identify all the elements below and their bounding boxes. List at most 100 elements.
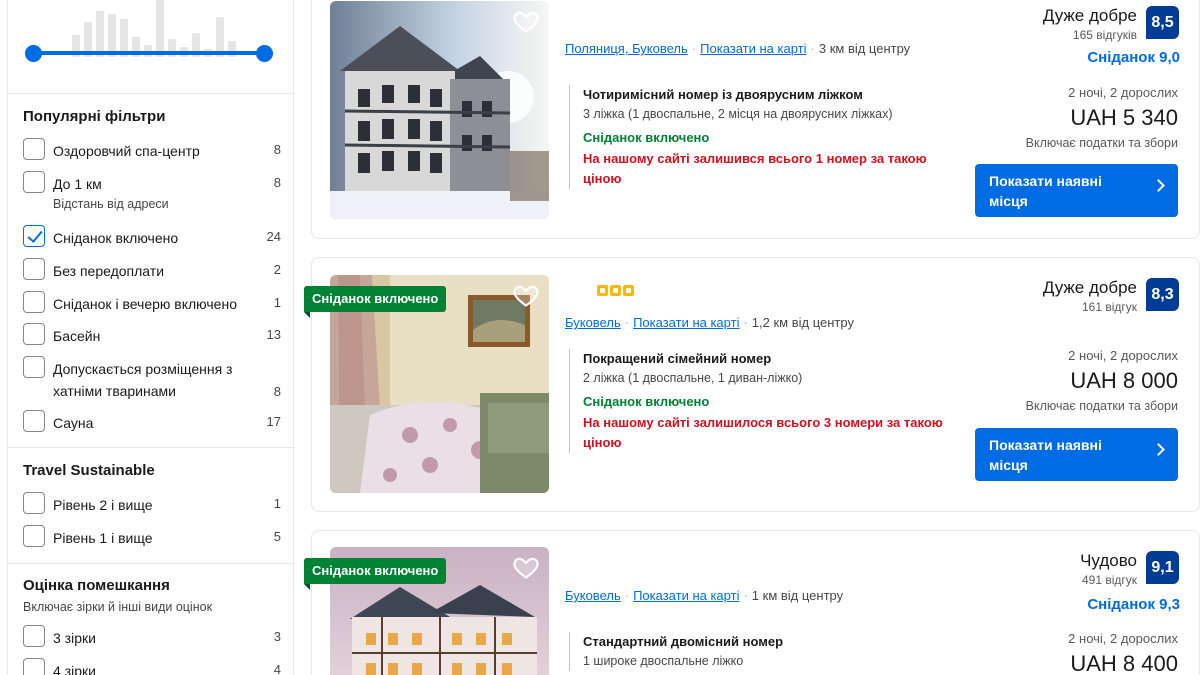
filter-4-stars[interactable]: 4 зірки 4 — [23, 658, 281, 675]
breakfast-included-text: Сніданок включено — [583, 394, 710, 409]
review-count: 491 відгук — [1081, 573, 1137, 587]
location-link[interactable]: Буковель — [565, 588, 621, 603]
filter-checkbox[interactable] — [23, 492, 45, 514]
score-badge: 8,5 — [1146, 6, 1179, 39]
property-card: Сніданок включено Буковель · Показати на к… — [304, 530, 1200, 675]
location-line: Буковель · Показати на карті · 1 км від цент… — [565, 588, 844, 603]
filter-label: Сауна — [53, 415, 94, 431]
star-icon — [623, 285, 634, 296]
room-name: Покращений сімейний номер — [583, 351, 772, 366]
filter-count: 4 — [273, 662, 281, 675]
filter-label-line1: Допускається розміщення з — [53, 361, 233, 377]
property-card: Сніданок включено Буковель · Показати на к… — [304, 257, 1200, 512]
distance-text: 3 км від центру — [818, 41, 911, 56]
distance-text: 1 км від центру — [751, 588, 844, 603]
filter-label: Сніданок і вечерю включено — [53, 296, 237, 312]
sustainable-title: Travel Sustainable — [23, 462, 155, 479]
filter-pets-allowed[interactable]: Допускається розміщення з хатніми тварин… — [23, 356, 281, 402]
filter-label: Без передоплати — [53, 263, 165, 279]
filter-checkbox[interactable] — [23, 323, 45, 345]
filter-no-prepayment[interactable]: Без передоплати 2 — [23, 258, 281, 282]
filter-count: 8 — [273, 175, 281, 190]
show-on-map-link[interactable]: Показати на карті — [700, 41, 806, 56]
chevron-right-icon — [1152, 443, 1165, 456]
stay-details: 2 ночі, 2 дорослих — [1068, 85, 1178, 100]
filter-checkbox[interactable] — [23, 138, 45, 160]
stay-details: 2 ночі, 2 дорослих — [1068, 631, 1178, 646]
filters-sidebar: Популярні фільтри Оздоровчий спа-центр 8… — [7, 0, 295, 675]
filter-label: Басейн — [53, 328, 101, 344]
favorite-heart-icon[interactable] — [512, 553, 540, 581]
filter-note: Відстань від адреси — [53, 197, 169, 211]
filter-checkbox[interactable] — [23, 356, 45, 378]
filter-checkbox[interactable] — [23, 258, 45, 280]
filter-checkbox[interactable] — [23, 525, 45, 547]
filter-sauna[interactable]: Сауна 17 — [23, 410, 281, 434]
review-score[interactable]: Чудово 491 відгук 9,1 — [979, 551, 1179, 591]
filter-checkbox[interactable] — [23, 171, 45, 193]
filter-label-line2: хатніми тваринами — [53, 383, 176, 399]
popular-filters-title: Популярні фільтри — [23, 108, 166, 125]
breakfast-included-badge: Сніданок включено — [304, 558, 447, 590]
location-link[interactable]: Буковель — [565, 315, 621, 330]
breakfast-score: Сніданок 9,3 — [1087, 596, 1180, 613]
filter-checkbox[interactable] — [23, 658, 45, 675]
chevron-right-icon — [1152, 179, 1165, 192]
filter-checkbox[interactable] — [23, 291, 45, 313]
filter-count: 8 — [273, 142, 281, 157]
room-info: Стандартний двомісний номер 1 широке дво… — [569, 632, 949, 671]
show-availability-button[interactable]: Показати наявні місця — [975, 428, 1178, 481]
filter-breakfast-included[interactable]: Сніданок включено 24 — [23, 225, 281, 249]
star-icon — [597, 285, 608, 296]
location-line: Поляниця, Буковель · Показати на карті · 3 к… — [565, 41, 911, 56]
breakfast-score: Сніданок 9,0 — [1087, 49, 1180, 66]
review-score[interactable]: Дуже добре 161 відгук 8,3 — [979, 278, 1179, 318]
filter-3-stars[interactable]: 3 зірки 3 — [23, 625, 281, 649]
filter-breakfast-dinner[interactable]: Сніданок і вечерю включено 1 — [23, 291, 281, 315]
filter-sustainable-level1[interactable]: Рівень 1 і вище 5 — [23, 525, 281, 549]
filter-label: 3 зірки — [53, 630, 96, 646]
property-rating-section: Оцінка помешкання Включає зірки й інші в… — [8, 564, 295, 675]
score-badge: 9,1 — [1146, 551, 1179, 584]
rating-word: Чудово — [1080, 551, 1137, 570]
filter-spa[interactable]: Оздоровчий спа-центр 8 — [23, 138, 281, 162]
filter-checkbox[interactable] — [23, 625, 45, 647]
filter-sustainable-level2[interactable]: Рівень 2 і вище 1 — [23, 492, 281, 516]
show-on-map-link[interactable]: Показати на карті — [633, 315, 739, 330]
filter-label: Оздоровчий спа-центр — [53, 143, 200, 159]
room-beds: 2 ліжка (1 двоспальне, 1 диван-ліжко) — [583, 371, 803, 385]
price-histogram — [8, 0, 295, 94]
favorite-heart-icon[interactable] — [512, 281, 540, 309]
filter-count: 8 — [273, 384, 281, 399]
room-beds: 1 широке двоспальне ліжко — [583, 654, 744, 668]
filter-count: 17 — [266, 414, 281, 429]
sustainable-section: Travel Sustainable Рівень 2 і вище 1 Рів… — [8, 448, 295, 564]
price: UAH 8 000 — [1070, 368, 1178, 393]
show-availability-button[interactable]: Показати наявні місця — [975, 164, 1178, 217]
review-count: 161 відгук — [1081, 300, 1137, 314]
price-slider-min-handle[interactable] — [25, 45, 42, 62]
price-slider-track[interactable] — [33, 51, 273, 55]
filter-within-1km[interactable]: До 1 км 8 — [23, 171, 281, 195]
property-rating-title: Оцінка помешкання — [23, 577, 170, 594]
room-info: Чотиримісний номер із двоярусним ліжком … — [569, 85, 949, 189]
review-score[interactable]: Дуже добре 165 відгуків 8,5 — [979, 6, 1179, 46]
property-card: Поляниця, Буковель · Показати на карті · 3 к… — [311, 0, 1200, 239]
favorite-heart-icon[interactable] — [512, 7, 540, 35]
filter-label: Рівень 1 і вище — [53, 530, 153, 546]
location-link[interactable]: Поляниця, Буковель — [565, 41, 688, 56]
rating-word: Дуже добре — [1042, 6, 1137, 25]
filter-count: 24 — [266, 229, 281, 244]
filter-pool[interactable]: Басейн 13 — [23, 323, 281, 347]
filter-checkbox[interactable] — [23, 410, 45, 432]
breakfast-included-text: Сніданок включено — [583, 130, 710, 145]
filter-checkbox-checked[interactable] — [23, 225, 45, 247]
rating-word: Дуже добре — [1042, 278, 1137, 297]
filter-count: 2 — [273, 262, 281, 277]
price-slider-max-handle[interactable] — [256, 45, 273, 62]
filter-label: Сніданок включено — [53, 230, 179, 246]
filter-count: 1 — [273, 295, 281, 310]
show-on-map-link[interactable]: Показати на карті — [633, 588, 739, 603]
score-badge: 8,3 — [1146, 278, 1179, 311]
button-label: Показати наявні місця — [989, 437, 1102, 473]
